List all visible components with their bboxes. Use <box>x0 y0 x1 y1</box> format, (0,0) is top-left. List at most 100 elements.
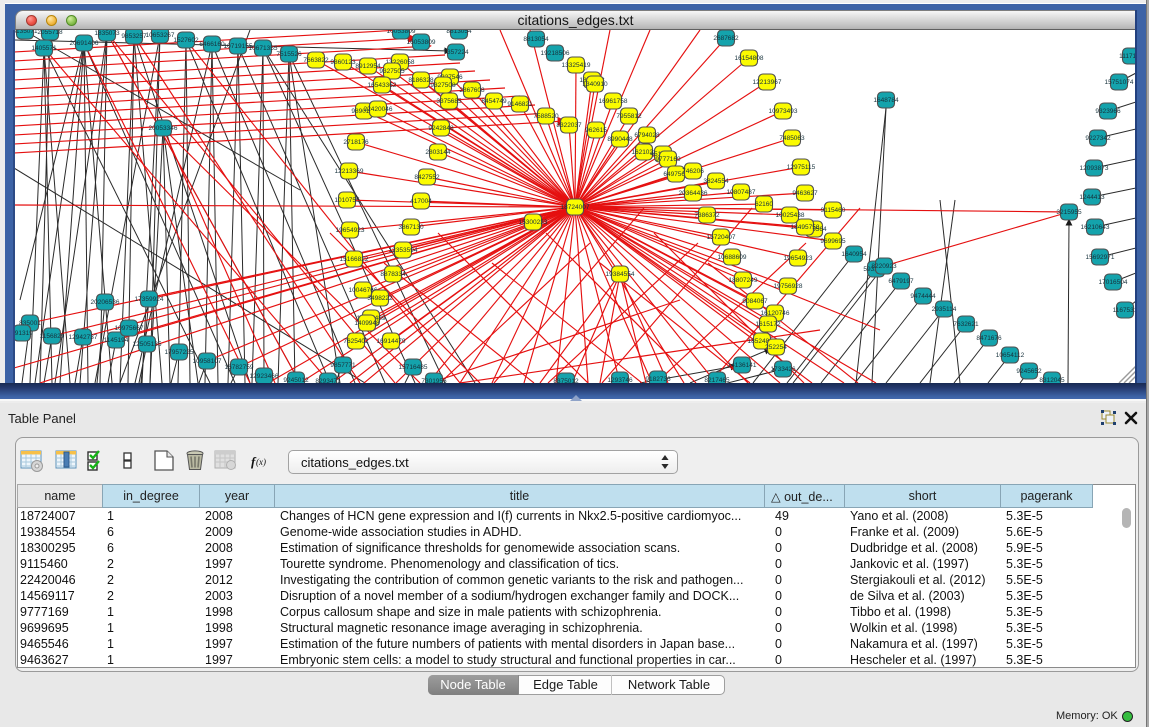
svg-text:12213967: 12213967 <box>753 79 782 86</box>
svg-text:19756928: 19756928 <box>774 283 803 290</box>
svg-text:9474444: 9474444 <box>910 293 936 300</box>
svg-text:8220923: 8220923 <box>871 263 897 270</box>
svg-text:2687682: 2687682 <box>713 35 739 42</box>
svg-text:10807487: 10807487 <box>727 189 756 196</box>
svg-text:62160: 62160 <box>755 201 773 208</box>
svg-text:9463627: 9463627 <box>792 190 818 197</box>
svg-text:10025438: 10025438 <box>776 212 805 219</box>
svg-text:20206536: 20206536 <box>91 299 120 306</box>
svg-text:9327505: 9327505 <box>379 68 405 75</box>
svg-text:7386372: 7386372 <box>694 212 720 219</box>
svg-text:7632621: 7632621 <box>953 321 979 328</box>
svg-text:14136141: 14136141 <box>728 362 757 369</box>
svg-text:1409948: 1409948 <box>354 320 380 327</box>
svg-text:16782759: 16782759 <box>225 364 254 371</box>
svg-text:1010755: 1010755 <box>334 197 360 204</box>
svg-text:8813054: 8813054 <box>446 30 472 35</box>
svg-text:1405571: 1405571 <box>31 45 57 52</box>
svg-text:9227342: 9227342 <box>1085 135 1111 142</box>
svg-text:18724007: 18724007 <box>561 204 590 211</box>
svg-text:8322037: 8322037 <box>556 122 582 129</box>
svg-text:9860123: 9860123 <box>330 59 356 66</box>
svg-text:9084067: 9084067 <box>742 298 768 305</box>
svg-text:1117114: 1117114 <box>1119 53 1136 60</box>
svg-text:417004: 417004 <box>410 198 432 205</box>
svg-text:9146821: 9146821 <box>507 101 533 108</box>
svg-text:15166822: 15166822 <box>340 256 369 263</box>
svg-text:3824554: 3824554 <box>703 178 729 185</box>
svg-text:16961758: 16961758 <box>599 98 628 105</box>
svg-text:7485063: 7485063 <box>779 135 805 142</box>
svg-text:2867608: 2867608 <box>459 87 485 94</box>
svg-text:1244413: 1244413 <box>1079 194 1105 201</box>
svg-text:2803144: 2803144 <box>425 149 451 156</box>
svg-text:19384554: 19384554 <box>606 271 635 278</box>
svg-text:19654923: 19654923 <box>784 255 813 262</box>
svg-text:7955812: 7955812 <box>616 113 642 120</box>
svg-text:10958107: 10958107 <box>193 358 222 365</box>
svg-text:20691406: 20691406 <box>70 40 99 47</box>
svg-text:9115460: 9115460 <box>821 207 846 214</box>
svg-text:7515526: 7515526 <box>276 51 302 58</box>
svg-text:8878334: 8878334 <box>380 271 406 278</box>
svg-text:3375685: 3375685 <box>436 98 462 105</box>
svg-text:10653267: 10653267 <box>146 32 175 39</box>
svg-text:9857771: 9857771 <box>330 362 356 369</box>
svg-text:(x): (x) <box>256 457 266 467</box>
svg-text:20053346: 20053346 <box>149 125 178 132</box>
svg-text:1145194: 1145194 <box>104 337 129 344</box>
svg-text:12975115: 12975115 <box>787 164 816 171</box>
svg-text:9327508: 9327508 <box>430 82 456 89</box>
svg-text:12505135: 12505135 <box>133 341 162 348</box>
svg-text:1615172: 1615172 <box>755 321 781 328</box>
svg-text:2055718: 2055718 <box>37 30 63 36</box>
svg-text:391319: 391319 <box>15 330 33 337</box>
svg-text:1156829: 1156829 <box>40 333 65 340</box>
svg-text:15720407: 15720407 <box>707 234 736 241</box>
svg-text:12923466: 12923466 <box>250 373 279 380</box>
svg-text:3215955: 3215955 <box>1056 209 1082 216</box>
svg-text:15300233: 15300233 <box>519 219 548 226</box>
svg-text:1340910: 1340910 <box>582 81 608 88</box>
svg-text:10973493: 10973493 <box>769 108 798 115</box>
svg-text:9853257: 9853257 <box>121 33 147 40</box>
svg-text:2935114: 2935114 <box>932 306 957 313</box>
svg-text:9777169: 9777169 <box>655 156 681 163</box>
svg-text:746206: 746206 <box>682 168 704 175</box>
svg-text:1640954: 1640954 <box>841 251 867 258</box>
svg-text:13325419: 13325419 <box>562 62 591 69</box>
svg-text:18807249: 18807249 <box>729 277 758 284</box>
svg-text:15751074: 15751074 <box>1105 79 1134 86</box>
svg-text:18495758: 18495758 <box>791 224 820 231</box>
svg-text:8135071: 8135071 <box>15 30 38 35</box>
svg-text:8454749: 8454749 <box>481 98 507 105</box>
svg-text:12093873: 12093873 <box>1080 165 1109 172</box>
svg-text:10053809: 10053809 <box>387 30 416 35</box>
svg-text:2718176: 2718176 <box>343 139 369 146</box>
svg-text:7588520: 7588520 <box>533 113 559 120</box>
svg-text:15716485: 15716485 <box>399 364 428 371</box>
svg-text:9182736: 9182736 <box>645 376 671 383</box>
svg-text:16543362: 16543362 <box>368 82 397 89</box>
svg-text:1648784: 1648784 <box>873 97 899 104</box>
svg-text:1167531: 1167531 <box>1113 307 1136 314</box>
svg-text:16154808: 16154808 <box>735 55 764 62</box>
svg-text:16210643: 16210643 <box>1081 224 1110 231</box>
svg-text:9242848: 9242848 <box>428 125 454 132</box>
svg-text:16914479: 16914479 <box>377 338 406 345</box>
svg-text:16053809: 16053809 <box>407 39 436 46</box>
svg-text:3867130: 3867130 <box>398 224 424 231</box>
svg-text:19654923: 19654923 <box>336 227 365 234</box>
svg-text:8471676: 8471676 <box>976 335 1002 342</box>
svg-text:6794028: 6794028 <box>634 132 660 139</box>
svg-text:9245652: 9245652 <box>1016 368 1042 375</box>
svg-text:6479197: 6479197 <box>888 278 914 285</box>
svg-text:12213369: 12213369 <box>335 168 364 175</box>
svg-text:1527602: 1527602 <box>173 37 199 44</box>
svg-text:10688609: 10688609 <box>718 254 747 261</box>
svg-text:17016504: 17016504 <box>1099 279 1128 286</box>
svg-text:8427552: 8427552 <box>414 174 440 181</box>
svg-text:8912954: 8912954 <box>355 63 381 70</box>
svg-text:10975667: 10975667 <box>115 325 144 332</box>
svg-text:17957225: 17957225 <box>165 349 194 356</box>
